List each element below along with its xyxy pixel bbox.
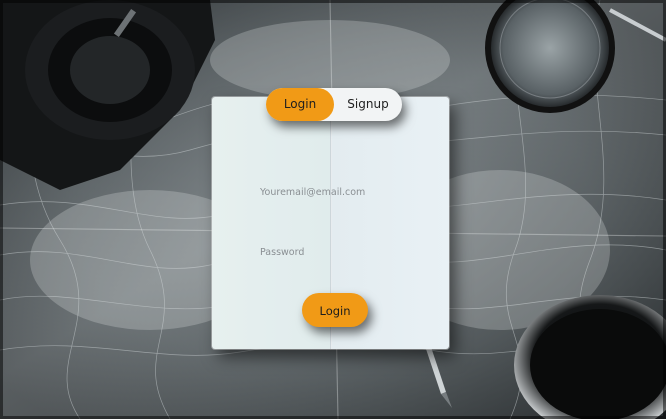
tab-signup[interactable]: Signup — [334, 88, 402, 121]
login-button[interactable]: Login — [302, 293, 368, 327]
auth-tab-switch: Login Signup — [266, 88, 402, 121]
login-page: Login Signup Login — [0, 0, 666, 419]
email-field[interactable] — [260, 183, 430, 201]
password-field[interactable] — [260, 243, 430, 261]
tab-login[interactable]: Login — [266, 88, 334, 121]
